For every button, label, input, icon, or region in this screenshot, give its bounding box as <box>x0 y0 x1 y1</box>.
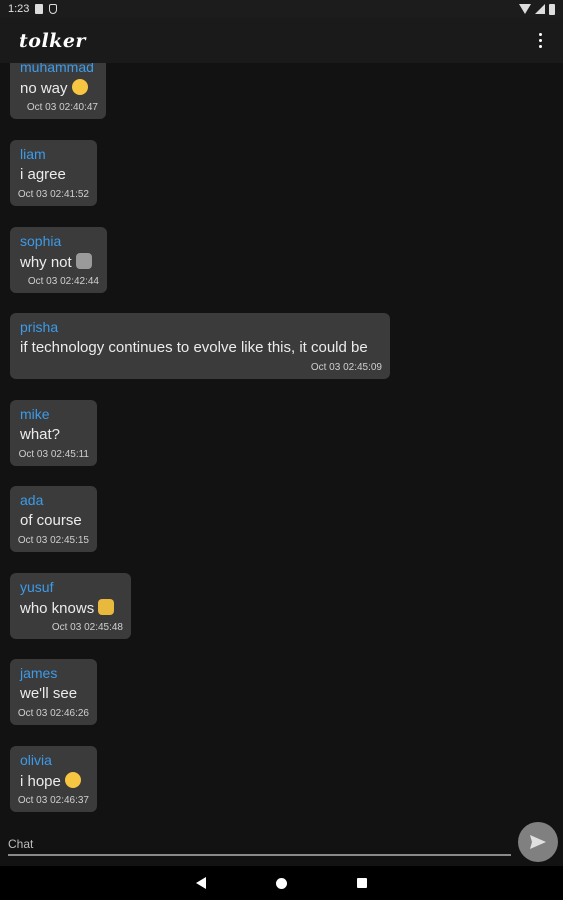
message-username: sophia <box>20 233 62 249</box>
message-username: prisha <box>20 319 59 335</box>
message-username: olivia <box>20 752 52 768</box>
shield-icon <box>49 4 58 14</box>
message-username: yusuf <box>20 579 54 595</box>
message-timestamp: Oct 03 02:41:52 <box>17 189 89 200</box>
message-timestamp: Oct 03 02:45:11 <box>18 449 89 460</box>
message-text-content: who knows <box>20 600 95 617</box>
message-text: who knows <box>20 599 115 617</box>
message-bubble[interactable]: prisha if technology continues to evolve … <box>10 313 390 379</box>
message-bubble[interactable]: liam i agree Oct 03 02:41:52 <box>10 140 97 206</box>
message-text: we'll see <box>20 685 77 702</box>
message-text-content: of course <box>20 512 82 529</box>
system-nav-bar <box>0 866 563 900</box>
back-icon[interactable] <box>196 877 206 889</box>
recents-icon[interactable] <box>357 878 367 888</box>
wifi-icon <box>519 4 531 14</box>
message-text: i hope <box>20 772 81 790</box>
message-timestamp: Oct 03 02:46:26 <box>17 708 89 719</box>
overflow-menu-icon[interactable] <box>531 29 549 53</box>
message-timestamp: Oct 03 02:45:15 <box>17 535 89 546</box>
message-timestamp: Oct 03 02:46:37 <box>17 795 89 806</box>
message-username: james <box>20 665 58 681</box>
message-timestamp: Oct 03 02:45:09 <box>310 362 382 373</box>
shrug-emoji-icon <box>98 599 115 615</box>
app-bar: tolker <box>0 18 563 63</box>
smile-emoji-icon <box>64 772 81 788</box>
composer <box>0 818 563 866</box>
home-icon[interactable] <box>276 877 287 889</box>
message-bubble[interactable]: mike what? Oct 03 02:45:11 <box>10 400 97 466</box>
message-bubble[interactable]: olivia i hope Oct 03 02:46:37 <box>10 746 97 812</box>
muscle-emoji-icon <box>75 253 92 269</box>
message-text-content: what? <box>20 426 61 443</box>
cell-signal-icon <box>535 4 545 14</box>
message-text: no way <box>20 79 88 97</box>
message-text-content: why not <box>20 254 72 271</box>
message-username: ada <box>20 492 44 508</box>
message-text-content: i hope <box>20 773 61 790</box>
message-bubble[interactable]: sophia why not Oct 03 02:42:44 <box>10 227 107 293</box>
send-icon <box>530 835 546 849</box>
laugh-emoji-icon <box>71 79 88 95</box>
message-text: of course <box>20 512 82 529</box>
message-bubble[interactable]: muhammad no way Oct 03 02:40:47 <box>10 63 106 119</box>
message-bubble[interactable]: james we'll see Oct 03 02:46:26 <box>10 659 97 725</box>
sd-card-icon <box>35 4 44 14</box>
message-timestamp: Oct 03 02:45:48 <box>51 622 123 633</box>
message-text-content: i agree <box>20 166 66 183</box>
message-list[interactable]: muhammad no way Oct 03 02:40:47 liam i agree… <box>0 63 563 818</box>
battery-icon <box>549 3 555 15</box>
message-text: i agree <box>20 166 66 183</box>
send-button[interactable] <box>518 822 558 862</box>
chat-input[interactable] <box>8 834 511 856</box>
message-username: liam <box>20 146 46 162</box>
message-username: muhammad <box>20 63 94 75</box>
message-bubble[interactable]: ada of course Oct 03 02:45:15 <box>10 486 97 552</box>
message-bubble[interactable]: yusuf who knows Oct 03 02:45:48 <box>10 573 131 639</box>
message-text: what? <box>20 426 60 443</box>
message-text-content: if technology continues to evolve like t… <box>20 339 368 356</box>
status-bar: 1:23 <box>0 0 563 18</box>
message-timestamp: Oct 03 02:42:44 <box>27 276 99 287</box>
app-title: tolker <box>19 29 86 52</box>
status-time: 1:23 <box>8 3 30 15</box>
message-text: if technology continues to evolve like t… <box>20 339 368 356</box>
message-text: why not <box>20 253 92 271</box>
message-username: mike <box>20 406 50 422</box>
message-text-content: no way <box>20 80 68 97</box>
message-timestamp: Oct 03 02:40:47 <box>26 102 98 113</box>
message-text-content: we'll see <box>20 685 78 702</box>
